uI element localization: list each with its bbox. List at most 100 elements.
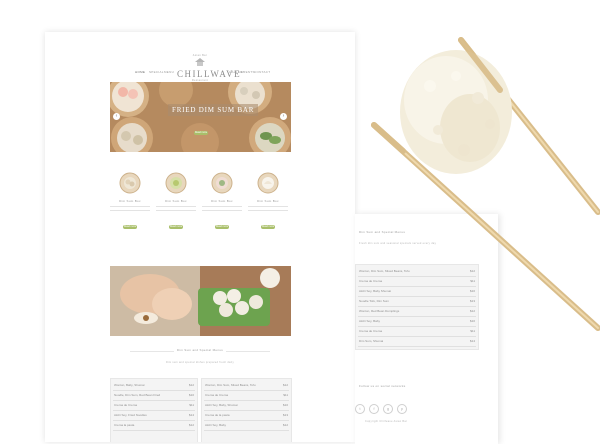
- menu-item-name: Alohi Soy, Baby, Shumai: [205, 403, 238, 407]
- nav-link-menu[interactable]: Menu: [164, 70, 174, 74]
- divider: [202, 210, 242, 211]
- google-plus-icon[interactable]: g: [383, 404, 393, 414]
- bun-basket-icon: [257, 172, 279, 194]
- nav-link-home[interactable]: Home: [135, 70, 145, 74]
- table-row[interactable]: Alohi Soy, Baby, Shumai $10: [204, 401, 289, 411]
- table-row[interactable]: Alohi Soy, Baby $12: [204, 421, 289, 431]
- menu-item-price: $11: [189, 403, 194, 407]
- rice-ball: [400, 50, 512, 174]
- table-row[interactable]: Alohi Soy, Baby Shumai $10: [358, 287, 476, 297]
- dumpling-basket-icon: [119, 172, 141, 194]
- divider: [248, 210, 288, 211]
- menu-item-name: Wonton, Baby, Shumai: [114, 383, 145, 387]
- menu-item-price: $10: [469, 289, 475, 293]
- menu-item-price: $10: [188, 393, 194, 397]
- feature-title: Dim Sum Box: [165, 199, 187, 203]
- feature-item-3: Dim Sum Box Read more: [199, 172, 245, 232]
- table-row[interactable]: Wonton, Baby, Shumai $12: [113, 381, 195, 391]
- nav-link-events[interactable]: Events: [241, 70, 255, 74]
- hero-slider[interactable]: FRIED DIM SUM BAR Read more ‹ ›: [110, 82, 291, 152]
- menu-item-name: Crema de Crema: [114, 403, 138, 407]
- feature-title: Dim Sum Box: [211, 199, 233, 203]
- menu-item-name: Dim Sum, Shumai: [359, 339, 384, 343]
- facebook-icon[interactable]: f: [369, 404, 379, 414]
- website-mockup-card: Home Special Menu Asian Bar CHILLWAVE Re…: [45, 32, 355, 442]
- menu-section-subtitle: Dim sum and special dishes prepared fres…: [165, 361, 234, 364]
- menu-item-price: $11: [470, 329, 475, 333]
- twitter-icon[interactable]: t: [355, 404, 365, 414]
- menu-item-price: $10: [469, 319, 475, 323]
- feature-item-2: Dim Sum Box Read more: [153, 172, 199, 232]
- menu-item-name: Alohi Soy, Baby: [205, 423, 226, 427]
- menu-item-price: $14: [469, 339, 475, 343]
- feature-title: Dim Sum Box: [119, 199, 141, 203]
- slider-next-arrow-icon[interactable]: ›: [280, 113, 287, 120]
- nav-link-special[interactable]: Special: [149, 70, 164, 74]
- menu-item-name: Alohi Soy, Baby: [359, 319, 380, 323]
- divider: [202, 206, 242, 207]
- feature-title: Dim Sum Box: [257, 199, 279, 203]
- menu-item-price: $12: [282, 423, 288, 427]
- menu-item-name: Crema la pasta: [114, 423, 135, 427]
- menu-item-name: Wonton, Red Bean Dumplings: [359, 309, 400, 313]
- menu-table: Wonton, Dim Sum, Mixed Beans, Tofu $12 Cr…: [355, 264, 479, 350]
- table-row[interactable]: Noodle, Dim Sum, Red Bean Fried $10: [113, 391, 195, 401]
- feature-read-more-button[interactable]: Read more: [215, 225, 229, 229]
- hero-headline: FRIED DIM SUM BAR: [168, 104, 259, 116]
- menu-item-price: $11: [470, 279, 475, 283]
- menu-item-name: Crema de la pasta: [205, 413, 230, 417]
- menu-table-left: Wonton, Baby, Shumai $12 Noodle, Dim Sum,…: [110, 378, 198, 442]
- menu-item-name: Alohi Soy, Baby Shumai: [359, 289, 391, 293]
- menu-item-name: Wonton, Dim Sum, Mixed Beans, Tofu: [205, 383, 256, 387]
- menu-item-price: $10: [282, 403, 288, 407]
- table-row[interactable]: Crema la pasta $12: [113, 421, 195, 431]
- feature-read-more-button[interactable]: Read more: [261, 225, 275, 229]
- slider-prev-arrow-icon[interactable]: ‹: [113, 113, 120, 120]
- menu-item-price: $12: [188, 383, 194, 387]
- menu-item-name: Noodle, Dim Sum, Red Bean Fried: [114, 393, 161, 397]
- pinterest-icon[interactable]: p: [397, 404, 407, 414]
- menu-item-name: Crema de Crema: [359, 329, 383, 333]
- menu-section-title: Dim Sum and Special Menus: [45, 348, 355, 352]
- feature-read-more-button[interactable]: Read more: [123, 225, 137, 229]
- feature-read-more-button[interactable]: Read more: [169, 225, 183, 229]
- table-row[interactable]: Wonton, Dim Sum, Mixed Beans, Tofu $12: [204, 381, 289, 391]
- hero-read-more-button[interactable]: Read more: [194, 131, 208, 135]
- social-section-title: Follow us on social networks: [359, 384, 406, 388]
- table-row[interactable]: Crema de Crema $11: [358, 327, 476, 337]
- menu-table-right: Wonton, Dim Sum, Mixed Beans, Tofu $12 Cr…: [201, 378, 292, 442]
- menu-item-price: $14: [188, 413, 194, 417]
- footer-copyright: Copyright Chillwave Asian Bar: [365, 420, 408, 423]
- table-row[interactable]: Crema de Crema $11: [204, 391, 289, 401]
- menu-item-price: $12: [469, 269, 475, 273]
- top-navigation: Home Special Menu Asian Bar CHILLWAVE Re…: [45, 50, 355, 84]
- table-row[interactable]: Crema de Crema $11: [358, 277, 476, 287]
- table-row[interactable]: Crema de la pasta $13: [204, 411, 289, 421]
- menu-section-intro: Fresh dim sum and seasonal specials serv…: [359, 242, 437, 245]
- table-row[interactable]: Wonton, Red Bean Dumplings $12: [358, 307, 476, 317]
- table-row[interactable]: Alohi Soy, Fried Noodles $14: [113, 411, 195, 421]
- table-row[interactable]: Crema de Crema $11: [113, 401, 195, 411]
- menu-item-name: Alohi Soy, Fried Noodles: [114, 413, 147, 417]
- divider: [156, 210, 196, 211]
- divider: [110, 206, 150, 207]
- menu-page-mockup-card: Dim Sum and Special Menus Fresh dim sum …: [355, 214, 498, 444]
- feature-item-4: Dim Sum Box Read more: [245, 172, 291, 232]
- divider: [248, 206, 288, 207]
- table-row[interactable]: Wonton, Dim Sum, Mixed Beans, Tofu $12: [358, 267, 476, 277]
- logo[interactable]: Asian Bar CHILLWAVE Restaurant: [177, 54, 240, 82]
- logo-tagline: Asian Bar: [192, 54, 208, 57]
- menu-item-name: Crema de Crema: [205, 393, 229, 397]
- menu-item-price: $12: [282, 383, 288, 387]
- chopstick-upper: [458, 37, 600, 215]
- menu-item-price: $11: [283, 393, 288, 397]
- menu-item-price: $13: [469, 299, 475, 303]
- table-row[interactable]: Noodle Tofu, Dim Sum $13: [358, 297, 476, 307]
- table-row[interactable]: Alohi Soy, Baby $10: [358, 317, 476, 327]
- nav-link-contact[interactable]: Contact: [254, 70, 270, 74]
- menu-item-price: $13: [282, 413, 288, 417]
- table-row[interactable]: Dim Sum, Shumai $14: [358, 337, 476, 347]
- pink-dumpling-basket-icon: [211, 172, 233, 194]
- dumpling-making-photo: [110, 266, 291, 336]
- pagoda-logo-icon: [195, 58, 205, 66]
